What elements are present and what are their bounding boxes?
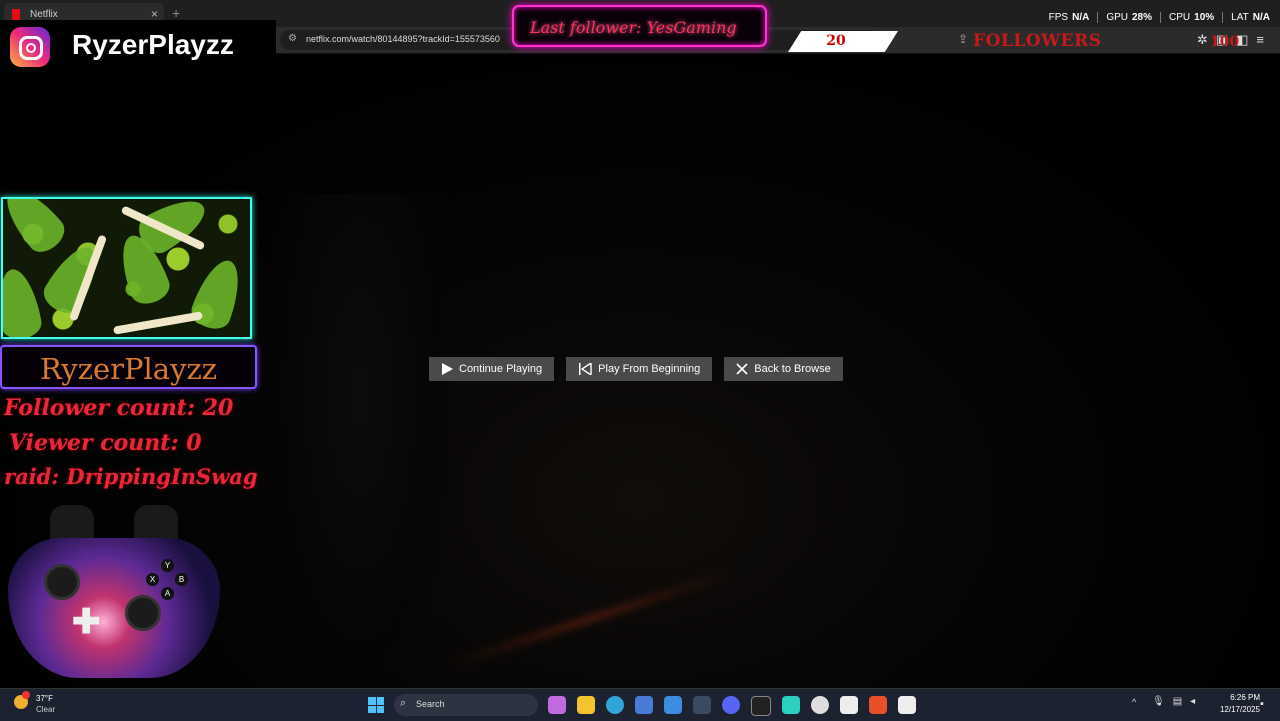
tab-close-icon[interactable]: × — [151, 7, 158, 21]
weather-condition: Clear — [36, 705, 56, 714]
goal-label: FOLLOWERS — [973, 31, 1102, 51]
perf-gpu: GPU 28% — [1098, 12, 1162, 23]
channel-name: RyzerPlayzz — [39, 352, 218, 386]
play-from-beginning-label: Play From Beginning — [598, 363, 701, 375]
edge-icon[interactable] — [606, 696, 624, 714]
network-icon[interactable]: ▤ — [1173, 696, 1190, 707]
weather-temp: 37°F — [36, 694, 53, 703]
perf-cpu: CPU 10% — [1161, 12, 1224, 23]
tray-icons[interactable]: 🎙▤◂ — [1152, 696, 1203, 707]
windows-taskbar: 37°F Clear ⌕ Search ^ 🎙▤◂ 6:26 PM 12/17/… — [0, 688, 1280, 721]
last-follower-text: Last follower: YesGaming — [530, 18, 737, 37]
search-icon: ⌕ — [400, 697, 407, 709]
url-text: netflix.com/watch/80144895?trackId=15557… — [306, 34, 500, 44]
file-explorer-icon[interactable] — [577, 696, 595, 714]
viewer-count: Viewer count: 0 — [9, 430, 202, 456]
site-info-icon[interactable]: ⚙ — [288, 33, 297, 44]
steam-icon[interactable] — [693, 696, 711, 714]
goal-current: 20 — [826, 33, 846, 49]
goal-target: 100 — [1210, 34, 1240, 50]
follower-count: Follower count: 20 — [4, 395, 234, 421]
taskbar-search[interactable]: ⌕ Search — [394, 694, 538, 716]
app-icon[interactable] — [664, 696, 682, 714]
right-stick — [125, 595, 161, 631]
instagram-handle: RyzerPlayzz — [72, 29, 234, 60]
back-to-browse-label: Back to Browse — [754, 363, 831, 375]
video-light-streak — [445, 567, 735, 671]
last-follower-box: Last follower: YesGaming — [512, 5, 767, 47]
brave-icon[interactable] — [869, 696, 887, 714]
active-app-icon[interactable] — [782, 696, 800, 714]
a-button: A — [161, 587, 174, 600]
tab-title: Netflix — [30, 9, 58, 20]
back-to-browse-button[interactable]: Back to Browse — [724, 357, 843, 381]
search-label: Search — [416, 699, 445, 709]
dark-video-frame — [270, 194, 450, 694]
performance-overlay: FPS N/A GPU 28% CPU 10% LAT N/A — [1041, 12, 1270, 23]
app-s2-icon[interactable] — [898, 696, 916, 714]
clock-time[interactable]: 6:26 PM — [1220, 693, 1260, 702]
mic-icon[interactable]: 🎙 — [1152, 696, 1173, 707]
play-icon — [442, 363, 453, 375]
b-button: B — [175, 573, 188, 586]
channel-name-panel: RyzerPlayzz — [0, 345, 257, 389]
store-icon[interactable] — [635, 696, 653, 714]
dpad-icon: ✚ — [72, 603, 101, 641]
x-button: X — [146, 573, 159, 586]
taskbar-apps — [548, 696, 916, 716]
follower-goal-bar: 20 — [788, 31, 898, 52]
app-s-icon[interactable] — [840, 696, 858, 714]
raid-text: raid: DrippingInSwag — [4, 464, 258, 489]
gamepad-body — [8, 538, 220, 678]
epic-games-icon[interactable] — [751, 696, 771, 716]
y-button: Y — [161, 559, 174, 572]
restart-icon — [579, 363, 592, 375]
left-stick — [44, 564, 80, 600]
settings-icon[interactable] — [811, 696, 829, 714]
share-icon[interactable]: ⇪ — [958, 32, 968, 46]
instagram-banner: RyzerPlayzz — [0, 20, 276, 76]
clock-date[interactable]: 12/17/2025 — [1210, 705, 1260, 714]
gamepad-overlay: ✚ Y X B A — [8, 500, 220, 680]
play-from-beginning-button[interactable]: Play From Beginning — [566, 357, 713, 381]
start-button[interactable] — [368, 697, 384, 713]
leaf-pattern-panel — [1, 197, 252, 339]
new-tab-icon[interactable]: + — [172, 5, 180, 21]
instagram-icon — [10, 27, 50, 67]
perf-lat: LAT N/A — [1231, 12, 1270, 23]
perf-fps: FPS N/A — [1041, 12, 1099, 23]
continue-playing-button[interactable]: Continue Playing — [429, 357, 555, 381]
discord-icon[interactable] — [722, 696, 740, 714]
close-icon — [736, 363, 748, 375]
player-action-buttons: Continue Playing Play From Beginning Bac… — [429, 357, 843, 381]
menu-icon[interactable]: ≡ — [1256, 32, 1272, 47]
notification-icon[interactable]: ▪ — [1260, 698, 1264, 710]
tray-chevron-icon[interactable]: ^ — [1132, 697, 1136, 707]
volume-icon[interactable]: ◂ — [1190, 696, 1203, 707]
weather-alert-badge — [22, 691, 30, 699]
copilot-icon[interactable] — [548, 696, 566, 714]
continue-playing-label: Continue Playing — [459, 363, 543, 375]
